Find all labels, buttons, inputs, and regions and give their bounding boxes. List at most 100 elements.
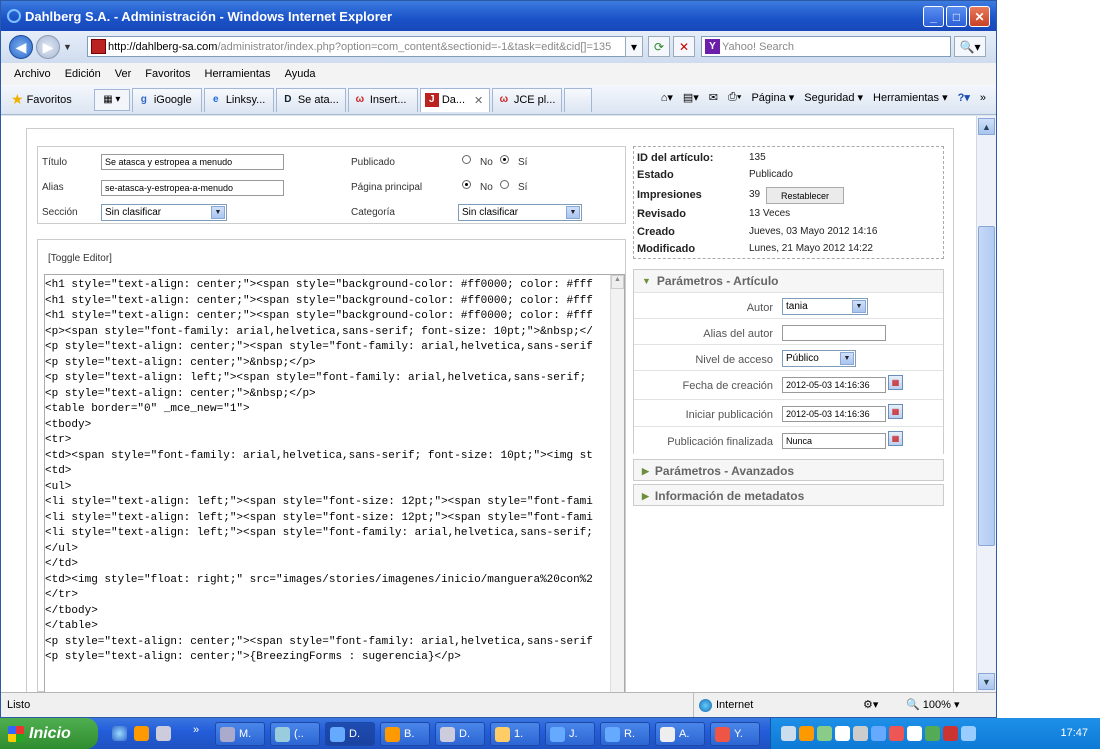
tray-icon[interactable] — [781, 726, 796, 741]
taskbar-button-8[interactable]: R. — [600, 722, 650, 746]
fecha-creacion-row: Fecha de creación 2012-05-03 14:16:36 ▦ — [634, 370, 943, 399]
nivel-acceso-select[interactable]: Público ▼ — [782, 350, 856, 367]
search-input[interactable]: Y Yahoo! Search — [701, 36, 951, 57]
scroll-down-icon[interactable]: ▼ — [978, 673, 995, 690]
new-tab-button[interactable] — [563, 87, 592, 112]
start-button[interactable]: Inicio — [0, 718, 98, 749]
scroll-thumb[interactable] — [978, 226, 995, 546]
print-icon[interactable]: ⎙▾ — [728, 91, 741, 104]
mail-icon[interactable]: ✉ — [709, 91, 718, 104]
tab-dahlberg[interactable]: J Da... ✕ — [419, 87, 490, 112]
scroll-up-icon[interactable]: ▲ — [611, 275, 624, 289]
taskbar-button-7[interactable]: J. — [545, 722, 595, 746]
tray-icon[interactable] — [871, 726, 886, 741]
desktop-quicklaunch-icon[interactable] — [156, 726, 171, 741]
publicado-si-radio[interactable] — [500, 155, 509, 164]
taskbar-button-2[interactable]: (.. — [270, 722, 320, 746]
quick-tabs-icon[interactable]: ▦ ▾ — [93, 88, 130, 111]
tab-linksys[interactable]: e Linksy... — [203, 87, 274, 112]
taskbar-button-5[interactable]: D. — [435, 722, 485, 746]
article-text-area[interactable]: <h1 style="text-align: center;"><span st… — [44, 274, 625, 692]
maximize-button[interactable]: □ — [946, 6, 967, 27]
refresh-icon[interactable]: ⟳ — [648, 36, 670, 57]
taskbar-button-1[interactable]: M. — [215, 722, 265, 746]
text-area-scrollbar[interactable]: ▲ — [610, 275, 624, 692]
tray-icon[interactable] — [907, 726, 922, 741]
pagina-si-radio[interactable] — [500, 180, 509, 189]
restablecer-button[interactable]: Restablecer — [766, 187, 844, 204]
menu-edicion[interactable]: Edición — [65, 68, 101, 80]
metadatos-panel[interactable]: ▶ Información de metadatos — [633, 484, 944, 506]
taskbar-button-3[interactable]: D. — [325, 722, 375, 746]
params-avanzados-panel[interactable]: ▶ Parámetros - Avanzados — [633, 459, 944, 481]
menu-ver[interactable]: Ver — [115, 68, 132, 80]
menu-archivo[interactable]: Archivo — [14, 68, 51, 80]
params-articulo-header[interactable]: ▼ Parámetros - Artículo — [634, 270, 943, 292]
tab-insert[interactable]: ω Insert... — [347, 87, 418, 112]
history-dropdown-icon[interactable]: ▼ — [63, 42, 72, 52]
close-button[interactable]: ✕ — [969, 6, 990, 27]
zone-label: Internet — [716, 699, 754, 711]
publicacion-finalizada-input[interactable]: Nunca — [782, 433, 886, 449]
protected-mode-icon[interactable]: ⚙▾ — [863, 698, 878, 711]
alias-autor-input[interactable] — [782, 325, 886, 341]
seccion-select[interactable]: Sin clasificar ▼ — [101, 204, 227, 221]
favorites-button[interactable]: ★ Favoritos — [11, 91, 72, 108]
tray-icon[interactable] — [925, 726, 940, 741]
forward-button[interactable]: ▶ — [36, 35, 60, 59]
zoom-control[interactable]: 🔍 100% ▾ — [906, 698, 959, 711]
tray-icon[interactable] — [889, 726, 904, 741]
taskbar-button-4[interactable]: B. — [380, 722, 430, 746]
toggle-editor-link[interactable]: [Toggle Editor] — [48, 253, 112, 264]
modificado-label: Modificado — [637, 243, 696, 255]
firefox-quicklaunch-icon[interactable] — [134, 726, 149, 741]
tray-icon[interactable] — [961, 726, 976, 741]
calendar-icon[interactable]: ▦ — [888, 404, 903, 419]
tray-icon[interactable] — [853, 726, 868, 741]
tab-se-atasca[interactable]: D Se ata... — [275, 87, 346, 112]
autor-select[interactable]: tania ▼ — [782, 298, 868, 315]
iniciar-publicacion-input[interactable]: 2012-05-03 14:16:36 — [782, 406, 886, 422]
alias-input[interactable]: se-atasca-y-estropea-a-menudo — [101, 180, 284, 196]
home-icon[interactable]: ⌂▾ — [661, 91, 673, 104]
tray-icon[interactable] — [799, 726, 814, 741]
calendar-icon[interactable]: ▦ — [888, 431, 903, 446]
stop-icon[interactable]: ✕ — [673, 36, 695, 57]
taskbar-button-6[interactable]: 1. — [490, 722, 540, 746]
close-tab-icon[interactable]: ✕ — [474, 94, 483, 107]
menu-favoritos[interactable]: Favoritos — [145, 68, 190, 80]
taskbar-button-9[interactable]: A. — [655, 722, 705, 746]
publicado-no-radio[interactable] — [462, 155, 471, 164]
scroll-up-icon[interactable]: ▲ — [978, 118, 995, 135]
pagina-menu[interactable]: Página ▾ — [751, 91, 794, 104]
tab-jce[interactable]: ω JCE pl... — [491, 87, 562, 112]
search-button[interactable]: 🔍▾ — [954, 36, 986, 57]
feeds-icon[interactable]: ▤▾ — [683, 91, 699, 104]
chevron-right-icon[interactable]: » — [193, 724, 199, 736]
help-icon[interactable]: ?▾ — [958, 91, 970, 104]
menu-ayuda[interactable]: Ayuda — [285, 68, 316, 80]
url-input[interactable]: http://dahlberg-sa.com/administrator/ind… — [87, 36, 643, 57]
joomla-favicon-icon — [91, 39, 106, 54]
categoria-select[interactable]: Sin clasificar ▼ — [458, 204, 582, 221]
taskbar-button-10[interactable]: Y. — [710, 722, 760, 746]
menu-herramientas[interactable]: Herramientas — [205, 68, 271, 80]
herramientas-menu[interactable]: Herramientas ▾ — [873, 91, 948, 104]
page-scrollbar[interactable]: ▲ ▼ — [976, 116, 996, 692]
tray-icon[interactable] — [835, 726, 850, 741]
back-button[interactable]: ◀ — [9, 35, 33, 59]
fecha-creacion-input[interactable]: 2012-05-03 14:16:36 — [782, 377, 886, 393]
ie-quicklaunch-icon[interactable] — [112, 726, 127, 741]
tray-icon[interactable] — [817, 726, 832, 741]
titulo-input[interactable]: Se atasca y estropea a menudo — [101, 154, 284, 170]
url-dropdown-icon[interactable]: ▾ — [625, 36, 643, 57]
taskbar: Inicio » M. (.. D. B. D. 1. J. R. A. Y. … — [0, 718, 1100, 749]
minimize-button[interactable]: _ — [923, 6, 944, 27]
seguridad-menu[interactable]: Seguridad ▾ — [804, 91, 863, 104]
tab-igoogle[interactable]: g iGoogle — [131, 87, 202, 112]
calendar-icon[interactable]: ▦ — [888, 375, 903, 390]
tray-icon[interactable] — [943, 726, 958, 741]
pagina-no-radio[interactable] — [462, 180, 471, 189]
chevron-right-icon[interactable]: » — [980, 92, 986, 104]
code-line: <li style="text-align: left;"><span styl… — [45, 496, 593, 508]
